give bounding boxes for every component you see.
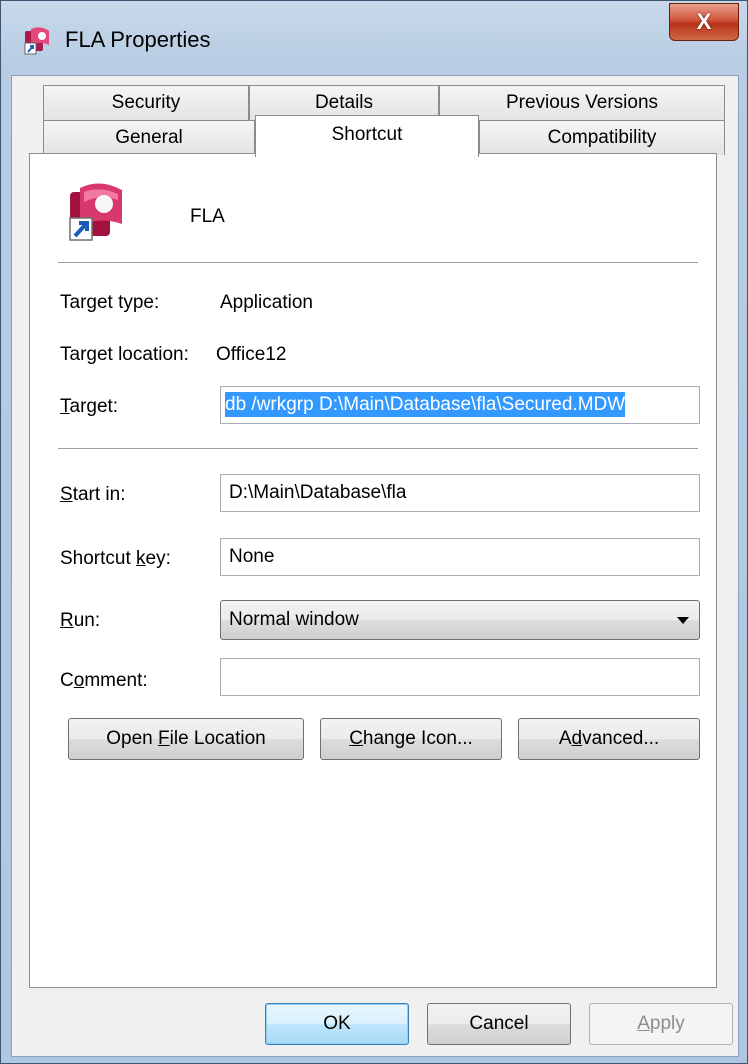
target-input[interactable]: db /wrkgrp D:\Main\Database\fla\Secured.… — [220, 386, 700, 424]
separator — [58, 262, 698, 264]
shortcut-key-input[interactable]: None — [220, 538, 700, 576]
close-button[interactable]: X — [669, 3, 739, 41]
chevron-down-icon — [677, 617, 689, 624]
access-shortcut-icon — [24, 27, 49, 55]
tab-compatibility[interactable]: Compatibility — [479, 120, 725, 155]
tab-general[interactable]: General — [43, 120, 255, 155]
shortcut-name: FLA — [190, 206, 225, 227]
advanced-button[interactable]: Advanced... — [518, 718, 700, 760]
start-in-label: Start in: — [60, 484, 126, 505]
comment-input[interactable] — [220, 658, 700, 696]
run-select-value: Normal window — [229, 609, 359, 630]
change-icon-button[interactable]: Change Icon... — [320, 718, 502, 760]
separator — [58, 448, 698, 450]
target-type-label: Target type: — [60, 292, 160, 313]
start-in-input[interactable]: D:\Main\Database\fla — [220, 474, 700, 512]
access-app-icon — [69, 183, 122, 241]
target-type-value: Application — [220, 292, 313, 313]
window-title: FLA Properties — [65, 27, 211, 52]
tab-previous-versions[interactable]: Previous Versions — [439, 85, 725, 120]
target-location-value: Office12 — [216, 344, 287, 365]
run-label: Run: — [60, 610, 101, 631]
tab-security[interactable]: Security — [43, 85, 249, 120]
title-bar[interactable]: FLA Properties X — [1, 1, 747, 75]
ok-button[interactable]: OK — [265, 1003, 409, 1045]
target-location-label: Target location: — [60, 344, 189, 365]
apply-button[interactable]: Apply — [589, 1003, 733, 1045]
run-select[interactable]: Normal window — [220, 600, 700, 640]
tab-shortcut[interactable]: Shortcut — [255, 115, 479, 157]
shortcut-tab-panel: FLA Target type: Application Target loca… — [29, 153, 717, 988]
comment-label: Comment: — [60, 670, 148, 691]
open-file-location-button[interactable]: Open File Location — [68, 718, 304, 760]
target-label: Target: — [60, 396, 119, 417]
cancel-button[interactable]: Cancel — [427, 1003, 571, 1045]
properties-window: FLA Properties X Security Details Previo… — [0, 0, 748, 1064]
shortcut-key-label: Shortcut key: — [60, 548, 171, 569]
